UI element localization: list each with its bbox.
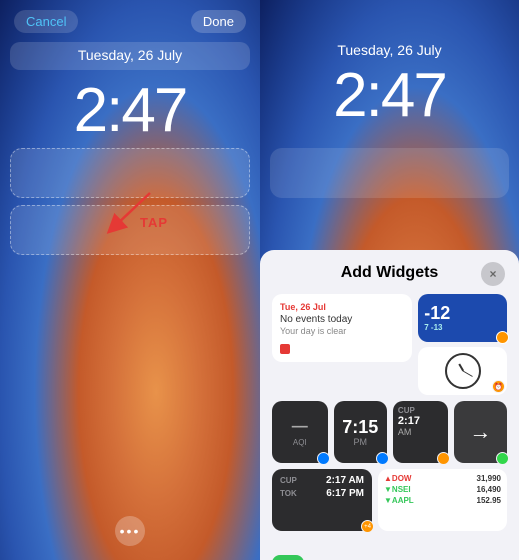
- arrow-widget[interactable]: →: [454, 401, 507, 463]
- time-badge: [376, 452, 389, 465]
- widgets-grid: Tue, 26 Jul No events today Your day is …: [260, 290, 519, 545]
- calendar-widget[interactable]: Tue, 26 Jul No events today Your day is …: [272, 294, 412, 362]
- temp-range: 7 -13: [424, 323, 442, 332]
- aqi-label: AQI: [280, 438, 320, 447]
- city2-label: TOK: [280, 489, 297, 498]
- cal-title: No events today: [280, 314, 404, 325]
- temp-widget[interactable]: -12 7 -13: [418, 294, 507, 342]
- dow-val: 31,990: [477, 474, 501, 483]
- right-time: 2:47: [260, 60, 519, 131]
- city-badge: +4: [361, 520, 374, 533]
- left-phone-screen: Cancel Done Tuesday, 26 July 2:47 TAP ••…: [0, 0, 260, 560]
- clock-badge: ⏰: [492, 380, 505, 393]
- arrow-icon: →: [469, 419, 491, 445]
- nsei-val: 16,490: [477, 485, 501, 494]
- clock-widget[interactable]: ⏰: [418, 347, 507, 395]
- nsei-label: ▼NSEI: [384, 485, 411, 494]
- cal-sub: Your day is clear: [280, 326, 404, 336]
- cal-icon-small: [280, 344, 290, 354]
- cup-time1: 2:17: [398, 415, 443, 427]
- aqi-badge: [317, 452, 330, 465]
- aqi-value: —: [280, 418, 320, 436]
- cup-label: CUP: [398, 406, 443, 415]
- cup-badge: [437, 452, 450, 465]
- sheet-list: 🔋 Batteries › 📅 Calendar ›: [260, 545, 519, 560]
- right-phone-screen: Tuesday, 26 July 2:47 Add Widgets × Tue,…: [260, 0, 519, 560]
- batteries-list-item[interactable]: 🔋 Batteries ›: [272, 545, 507, 560]
- cup-widget[interactable]: CUP 2:17 AM: [393, 401, 448, 463]
- left-date-container: Tuesday, 26 July: [10, 42, 250, 70]
- widget-row-1: Tue, 26 Jul No events today Your day is …: [272, 294, 507, 395]
- city2-time: 6:17 PM: [326, 488, 364, 499]
- temp-badge: [496, 331, 509, 344]
- aapl-val: 152.95: [477, 496, 501, 505]
- right-widget-group: -12 7 -13 ⏰: [418, 294, 507, 395]
- left-top-bar: Cancel Done: [0, 10, 260, 33]
- arrow-badge: [496, 452, 509, 465]
- time-widget[interactable]: 7:15 PM: [334, 401, 387, 463]
- cancel-button[interactable]: Cancel: [14, 10, 78, 33]
- done-button[interactable]: Done: [191, 10, 246, 33]
- dow-label: ▲DOW: [384, 474, 411, 483]
- add-widgets-sheet: Add Widgets × Tue, 26 Jul No events toda…: [260, 250, 519, 560]
- stocks-widget[interactable]: ▲DOW 31,990 ▼NSEI 16,490 ▼AAPL 152.95: [378, 469, 507, 531]
- city-times-widget[interactable]: CUP 2:17 AM TOK 6:17 PM +4: [272, 469, 372, 531]
- sheet-close-button[interactable]: ×: [481, 262, 505, 286]
- city1-time: 2:17 AM: [326, 475, 364, 486]
- widget-row-2: — AQI 7:15 PM CUP 2:17 AM: [272, 401, 507, 463]
- left-date-text: Tuesday, 26 July: [78, 47, 182, 63]
- right-date-text: Tuesday, 26 July: [260, 42, 519, 58]
- cup-am: AM: [398, 427, 443, 437]
- aapl-label: ▼AAPL: [384, 496, 414, 505]
- batteries-icon: 🔋: [272, 555, 304, 560]
- tap-arrow-icon: [100, 185, 160, 240]
- left-time: 2:47: [0, 75, 260, 146]
- sheet-header: Add Widgets ×: [260, 250, 519, 290]
- aqi-widget[interactable]: — AQI: [272, 401, 328, 463]
- city1-label: CUP: [280, 476, 297, 485]
- cal-date: Tue, 26 Jul: [280, 302, 404, 312]
- widget-row-3: CUP 2:17 AM TOK 6:17 PM +4 ▲DOW 31,990: [272, 469, 507, 531]
- right-widget-area: [270, 148, 509, 198]
- clock-face: [445, 353, 481, 389]
- dots-button[interactable]: •••: [115, 516, 145, 546]
- time-label: PM: [354, 437, 368, 447]
- temp-value: -12: [424, 304, 450, 322]
- sheet-title: Add Widgets: [341, 264, 439, 282]
- time-value: 7:15: [342, 418, 378, 436]
- clock-minute-hand: [462, 371, 472, 377]
